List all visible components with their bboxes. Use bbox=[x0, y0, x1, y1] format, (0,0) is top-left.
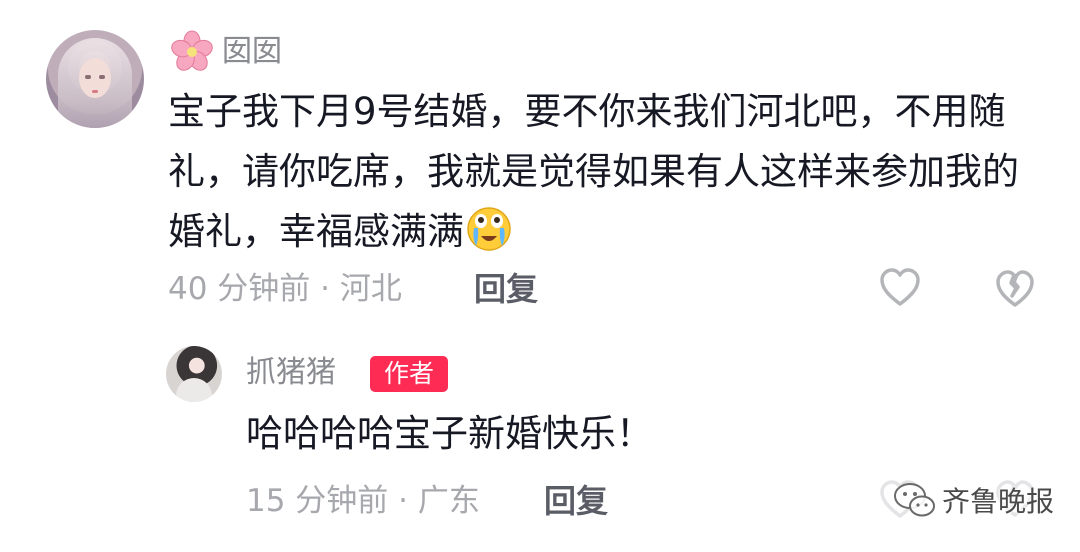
comment-meta: 40 分钟前 · 河北 bbox=[168, 271, 402, 307]
author-badge: 作者 bbox=[370, 356, 448, 392]
watermark-text: 齐鲁晚报 bbox=[942, 485, 1055, 518]
cherry-blossom-icon bbox=[171, 30, 213, 71]
wechat-logo-icon bbox=[894, 483, 935, 517]
username[interactable]: 囡囡 bbox=[222, 30, 282, 74]
comment-text: 宝子我下月9号结婚，要不你来我们河北吧，不用随礼，请你吃席，我就是觉得如果有人这… bbox=[168, 90, 1019, 253]
reply-username[interactable]: 抓猪猪 bbox=[246, 350, 336, 396]
reply-text: 哈哈哈哈宝子新婚快乐！ bbox=[246, 412, 653, 455]
like-heart-icon[interactable] bbox=[878, 266, 922, 310]
dislike-broken-heart-icon[interactable] bbox=[994, 268, 1036, 310]
reply-button[interactable]: 回复 bbox=[474, 264, 538, 314]
reply-meta: 15 分钟前 · 广东 bbox=[246, 483, 480, 519]
crying-face-emoji-icon bbox=[467, 207, 511, 251]
avatar[interactable] bbox=[46, 30, 144, 128]
comment-body: 宝子我下月9号结婚，要不你来我们河北吧，不用随礼，请你吃席，我就是觉得如果有人这… bbox=[168, 82, 1048, 262]
reply-reply-button[interactable]: 回复 bbox=[544, 476, 608, 526]
reply-avatar[interactable] bbox=[166, 346, 222, 402]
